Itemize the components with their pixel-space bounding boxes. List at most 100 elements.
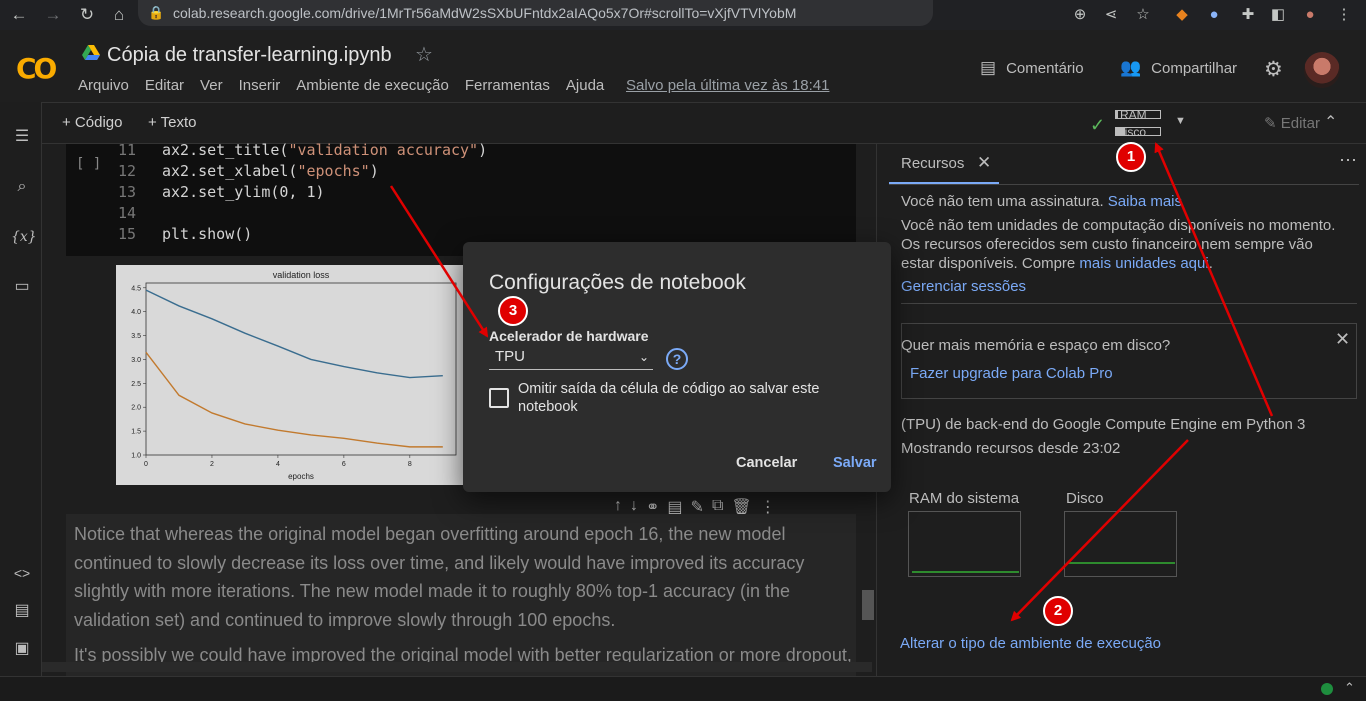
folder-icon[interactable]: ▭: [11, 276, 33, 298]
close-tab-icon[interactable]: ✕: [977, 153, 991, 173]
omit-output-checkbox[interactable]: [489, 388, 509, 408]
colab-logo[interactable]: CO: [16, 52, 57, 85]
line-number: 12: [118, 162, 137, 180]
buy-units-link[interactable]: mais unidades aqui: [1079, 255, 1208, 272]
connected-check-icon: ✓: [1090, 115, 1106, 135]
x-tick-label: 8: [408, 461, 412, 468]
series-line-2: [145, 351, 443, 448]
upgrade-question: Quer mais memória e espaço em disco?: [901, 337, 1171, 354]
run-cell-indicator[interactable]: [ ]: [76, 156, 101, 172]
edit-button[interactable]: ✎ Editar: [1264, 114, 1320, 132]
panel-more-icon[interactable]: ⋯: [1339, 150, 1357, 171]
divider: [889, 184, 1359, 185]
annotation-badge-2: 2: [1043, 596, 1073, 626]
y-tick-label: 3.5: [131, 333, 141, 340]
menu-inserir[interactable]: Inserir: [239, 77, 281, 94]
menu-ambiente[interactable]: Ambiente de execução: [296, 77, 449, 94]
notebook-title[interactable]: Cópia de transfer-learning.ipynb: [107, 44, 392, 67]
gear-icon[interactable]: ⚙: [1264, 57, 1283, 82]
text-paragraph: Notice that whereas the original model b…: [74, 524, 805, 630]
y-tick-label: 4.5: [131, 285, 141, 292]
x-axis-label: epochs: [288, 472, 314, 481]
divider: [901, 303, 1357, 304]
tab-recursos[interactable]: Recursos: [901, 155, 964, 172]
y-tick-label: 2.5: [131, 381, 141, 388]
share-page-icon[interactable]: ⋖: [1101, 5, 1121, 25]
annotation-badge-1: 1: [1116, 142, 1146, 172]
validation-loss-plot: validation loss epochs 1.0 1.5 2.0 2.5 3.0 3.5 4…: [116, 265, 466, 485]
extension-icon[interactable]: ●: [1204, 5, 1224, 25]
code-snippets-icon[interactable]: <>: [11, 562, 33, 584]
search-icon[interactable]: ⌕: [11, 176, 33, 198]
learn-more-link[interactable]: Saiba mais: [1108, 193, 1182, 210]
comment-button[interactable]: ▤ Comentário: [980, 58, 1084, 78]
last-saved-link[interactable]: Salvo pela última vez às 18:41: [626, 77, 829, 94]
vertical-scrollbar[interactable]: [862, 590, 874, 620]
cancel-button[interactable]: Cancelar: [736, 455, 797, 471]
ram-meter[interactable]: [1115, 110, 1161, 119]
line-number: 11: [118, 141, 137, 159]
status-dot-icon[interactable]: [1321, 683, 1333, 695]
line-number: 14: [118, 204, 137, 222]
upgrade-banner: [901, 323, 1357, 399]
runtime-dropdown-icon[interactable]: ▼: [1175, 115, 1186, 127]
y-tick-label: 4.0: [131, 309, 141, 316]
menu-ajuda[interactable]: Ajuda: [566, 77, 604, 94]
change-runtime-link[interactable]: Alterar o tipo de ambiente de execução: [900, 634, 1161, 654]
left-rail: ☰ ⌕ {x} ▭ <> ▤ ▣: [0, 102, 42, 676]
variables-icon[interactable]: {x}: [11, 226, 37, 248]
reload-icon[interactable]: ↻: [76, 4, 98, 26]
menu-ver[interactable]: Ver: [200, 77, 223, 94]
zoom-icon[interactable]: ⊕: [1070, 5, 1090, 25]
add-text-button[interactable]: + Texto: [148, 114, 197, 131]
ram-usage-chart: [908, 511, 1021, 577]
bookmark-star-icon[interactable]: ☆: [1133, 5, 1153, 25]
chevron-up-icon[interactable]: ⌃: [1344, 680, 1355, 696]
people-icon: 👥: [1120, 58, 1142, 77]
menu-arquivo[interactable]: Arquivo: [78, 77, 129, 94]
units-text-2: Os recursos oferecidos sem custo finance…: [901, 236, 1313, 253]
share-button[interactable]: 👥 Compartilhar: [1120, 58, 1237, 78]
metamask-icon[interactable]: ◆: [1172, 5, 1192, 25]
y-tick-label: 1.5: [131, 429, 141, 436]
line-number: 13: [118, 183, 137, 201]
accelerator-select[interactable]: TPU ⌄: [489, 346, 653, 370]
units-text-1: Você não tem unidades de computação disp…: [901, 217, 1336, 234]
forward-arrow-icon[interactable]: →: [42, 4, 64, 26]
omit-output-label[interactable]: Omitir saída da célula de código ao salv…: [518, 380, 863, 416]
menu-ferramentas[interactable]: Ferramentas: [465, 77, 550, 94]
upgrade-link[interactable]: Fazer upgrade para Colab Pro: [910, 364, 1113, 384]
close-banner-icon[interactable]: ✕: [1335, 329, 1350, 350]
avatar[interactable]: [1304, 52, 1340, 88]
menu-editar[interactable]: Editar: [145, 77, 184, 94]
browser-toolbar: ← → ↻ ⌂ 🔒 colab.research.google.com/driv…: [0, 0, 1366, 30]
table-of-contents-icon[interactable]: ☰: [11, 126, 33, 148]
star-icon[interactable]: ☆: [415, 42, 433, 67]
add-code-button[interactable]: + Código: [62, 114, 122, 131]
profile-icon[interactable]: ●: [1300, 5, 1320, 25]
plot-frame: [145, 282, 457, 456]
terminal-icon[interactable]: ▣: [11, 638, 33, 660]
manage-sessions-link[interactable]: Gerenciar sessões: [901, 277, 1026, 297]
collapse-chevron-icon[interactable]: ⌃: [1324, 112, 1337, 132]
accelerator-label: Acelerador de hardware: [489, 328, 649, 344]
code-line: ax2.set_ylim(0, 1): [162, 183, 325, 201]
x-tick-label: 2: [210, 461, 214, 468]
disk-usage-line: [1068, 562, 1175, 564]
help-icon[interactable]: ?: [666, 348, 688, 370]
text-cell[interactable]: Notice that whereas the original model b…: [66, 514, 856, 676]
home-icon[interactable]: ⌂: [108, 4, 130, 26]
save-button[interactable]: Salvar: [833, 455, 877, 471]
line-number: 15: [118, 225, 137, 243]
resources-panel: Recursos ✕ ⋯ Você não tem uma assinatura…: [876, 144, 1366, 676]
drive-icon: [82, 45, 100, 60]
chrome-menu-icon[interactable]: ⋮: [1334, 5, 1354, 25]
y-tick-label: 1.0: [131, 453, 141, 460]
series-line-1: [145, 289, 443, 379]
side-panel-icon[interactable]: ◧: [1268, 5, 1288, 25]
disk-meter[interactable]: [1115, 127, 1161, 136]
back-arrow-icon[interactable]: ←: [8, 4, 30, 26]
horizontal-scrollbar[interactable]: [42, 662, 872, 672]
command-palette-icon[interactable]: ▤: [11, 600, 33, 622]
puzzle-icon[interactable]: ✚: [1238, 5, 1258, 25]
